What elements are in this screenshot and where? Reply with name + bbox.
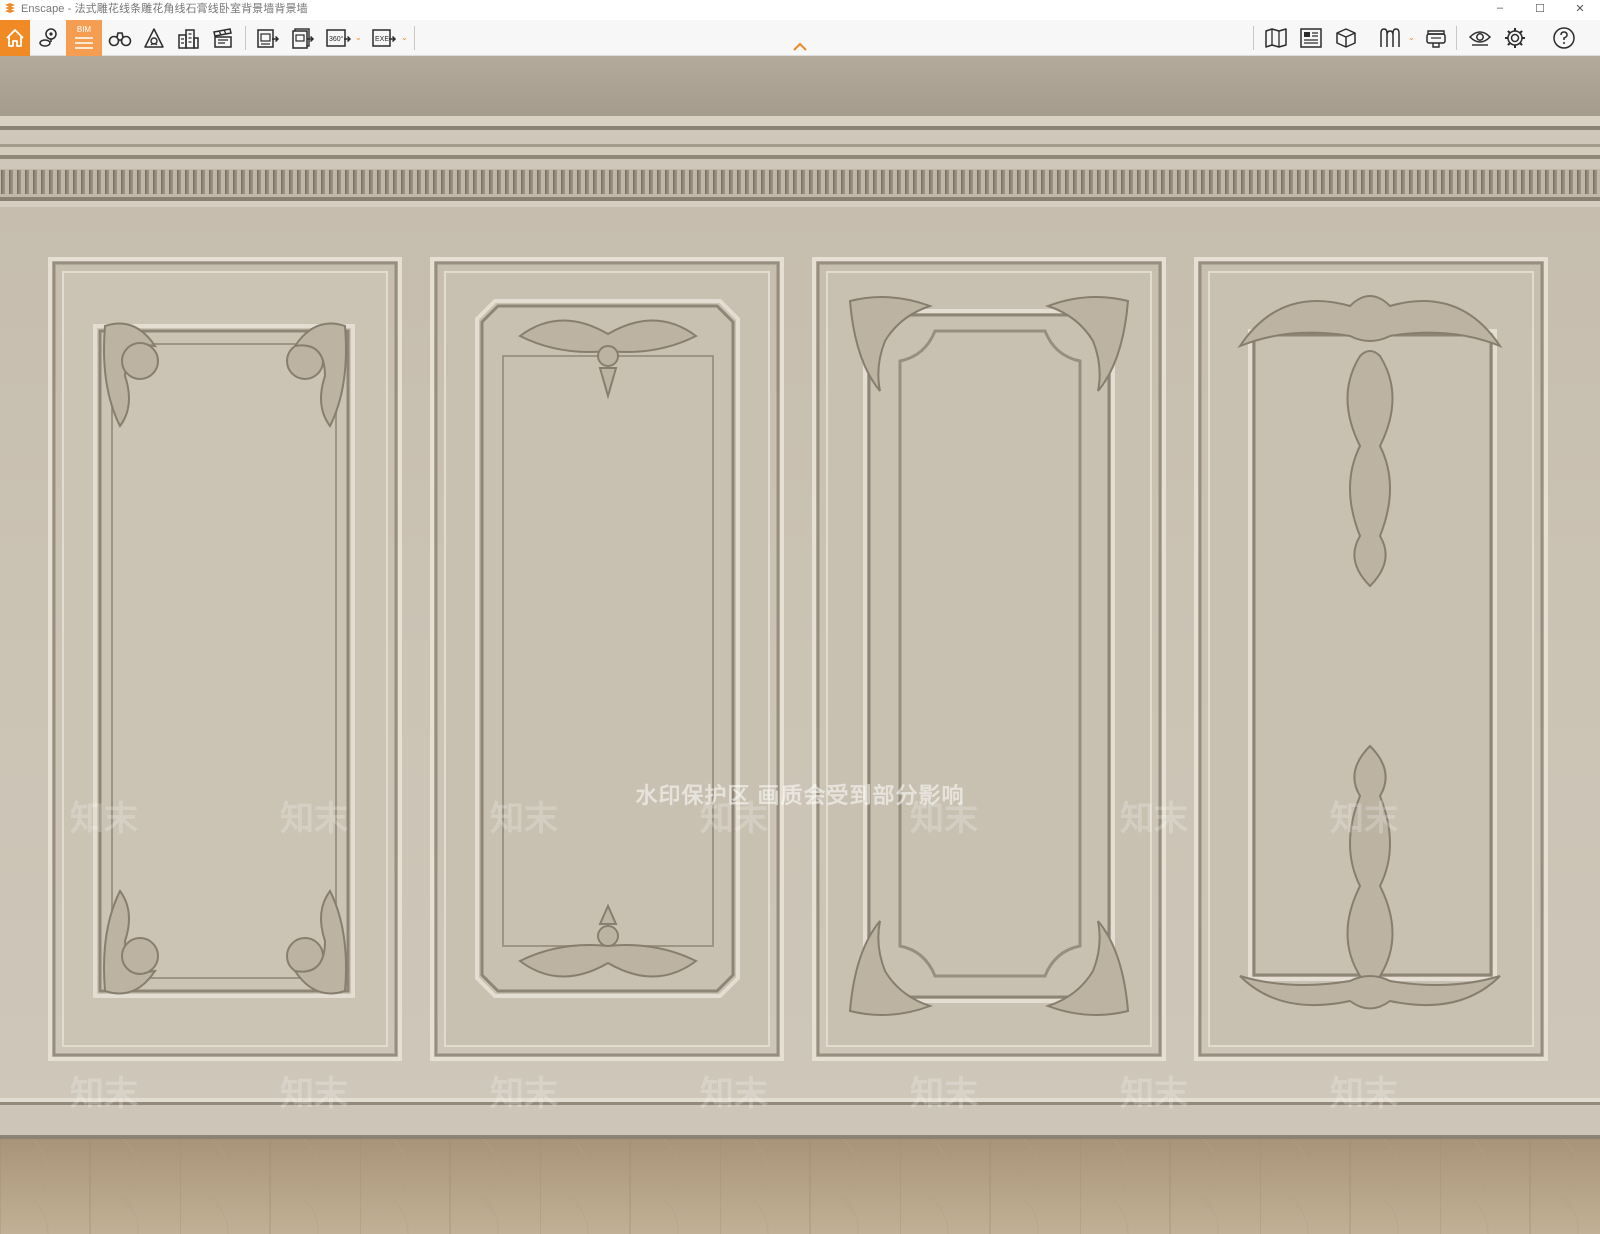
title-bar: Enscape - 法式雕花线条雕花角线石膏线卧室背景墙背景墙 – ☐ ✕ [0,0,1600,16]
views-button[interactable] [34,20,64,56]
buildings-button[interactable] [172,20,204,56]
batch-render-button[interactable] [287,20,319,56]
help-button[interactable] [1548,20,1580,56]
svg-text:360°: 360° [329,35,344,43]
toolbar-separator [1456,26,1457,50]
materials-icon [1378,27,1402,49]
minimize-button[interactable]: – [1480,0,1520,16]
enscape-window: Enscape - 法式雕花线条雕花角线石膏线卧室背景墙背景墙 – ☐ ✕ BI… [0,0,1600,1234]
wall-panel-2 [430,257,784,1061]
vr-button[interactable] [1420,20,1452,56]
asset-library-icon [1299,27,1323,49]
enscape-logo-icon [4,2,16,14]
walk-mode-button[interactable] [104,20,136,56]
materials-button[interactable] [1374,20,1406,56]
asset-library-button[interactable] [1295,20,1327,56]
map-pin-icon [37,26,61,50]
map-button[interactable] [1260,20,1292,56]
wall-panel-1 [48,257,402,1061]
maximize-button[interactable]: ☐ [1520,0,1560,16]
vr-headset-icon [1424,27,1448,49]
bim-icon [73,34,95,52]
visual-settings-button[interactable] [1464,20,1496,56]
help-icon [1552,26,1576,50]
home-icon [4,27,26,49]
panorama-button[interactable]: 360° [322,20,354,56]
home-button[interactable] [0,20,30,56]
exe-dropdown-chevron-down-icon[interactable]: ⌄ [401,34,408,42]
batch-render-icon [291,27,315,49]
buildings-icon [176,27,200,49]
cube-view-button[interactable] [1330,20,1362,56]
settings-gear-icon [1503,26,1527,50]
window-controls: – ☐ ✕ [1480,0,1600,16]
map-icon [1264,27,1288,49]
clapperboard-icon [211,27,235,49]
collapse-toolbar-chevron-up-icon[interactable] [792,40,808,52]
toolbar-separator [1253,26,1254,50]
mountain-view-button[interactable] [138,20,170,56]
wall-panel-4 [1194,257,1548,1061]
eye-icon [1468,27,1492,49]
settings-button[interactable] [1499,20,1531,56]
panorama-dropdown-chevron-down-icon[interactable]: ⌄ [355,34,362,42]
wall-panel-3 [812,257,1166,1061]
panorama-360-icon: 360° [325,27,351,49]
scene-render [0,56,1600,1234]
toolbar-separator [414,26,415,50]
svg-text:EXE: EXE [375,36,389,43]
video-editor-button[interactable] [207,20,239,56]
bim-label: BIM [76,25,92,34]
screenshot-export-icon [256,27,280,49]
exe-export-icon: EXE [371,27,397,49]
mountain-view-icon [142,26,166,50]
render-viewport[interactable]: 水印保护区 画质会受到部分影响 知末 知末 知末 知末 知末 知末 知末 知末 … [0,56,1600,1234]
binoculars-icon [108,28,132,48]
window-title: Enscape - 法式雕花线条雕花角线石膏线卧室背景墙背景墙 [21,3,308,15]
exe-export-button[interactable]: EXE [368,20,400,56]
cube-view-icon [1334,27,1358,49]
materials-dropdown-chevron-down-icon[interactable]: ⌄ [1408,34,1415,42]
toolbar-separator [245,26,246,50]
screenshot-button[interactable] [252,20,284,56]
bim-button[interactable]: BIM [66,20,102,56]
close-button[interactable]: ✕ [1560,0,1600,16]
